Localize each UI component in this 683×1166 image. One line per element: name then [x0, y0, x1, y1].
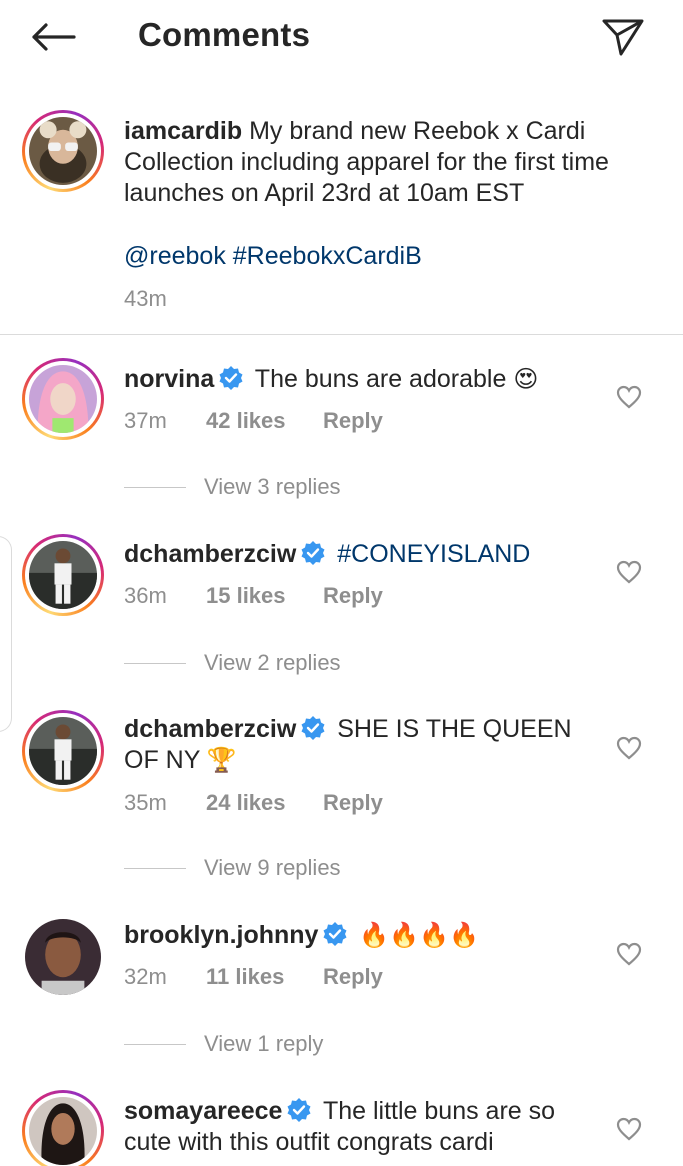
avatar[interactable]	[22, 710, 104, 792]
comment-text: The buns are adorable	[254, 365, 507, 393]
likes-count[interactable]: 24 likes	[206, 790, 323, 816]
header-bar: Comments	[0, 0, 683, 74]
comment-username[interactable]: somayareece	[124, 1097, 282, 1125]
heart-icon[interactable]	[616, 1117, 642, 1141]
page-title: Comments	[138, 16, 311, 53]
avatar[interactable]	[22, 1090, 104, 1166]
reply-button[interactable]: Reply	[323, 790, 383, 816]
avatar[interactable]	[22, 534, 104, 616]
heart-icon[interactable]	[616, 560, 642, 584]
view-replies-label: View 9 replies	[204, 855, 341, 880]
view-replies-button[interactable]: View 2 replies	[124, 650, 341, 676]
avatar[interactable]	[22, 358, 104, 440]
caption-time: 43m	[124, 286, 167, 311]
fire-emoji: 🔥🔥🔥🔥	[359, 922, 479, 949]
verified-badge-icon	[323, 922, 347, 946]
back-button[interactable]	[28, 14, 78, 60]
comment-time: 32m	[124, 964, 167, 989]
paper-plane-icon	[602, 19, 644, 56]
view-replies-label: View 1 reply	[204, 1031, 324, 1056]
view-replies-button[interactable]: View 3 replies	[124, 474, 341, 500]
likes-count[interactable]: 11 likes	[206, 964, 323, 990]
comment-username[interactable]: dchamberzciw	[124, 540, 296, 568]
view-replies-button[interactable]: View 1 reply	[124, 1031, 323, 1057]
avatar[interactable]	[22, 110, 104, 192]
divider	[0, 334, 683, 335]
comment-time: 35m	[124, 790, 167, 815]
caption-username[interactable]: iamcardib	[124, 117, 242, 145]
avatar[interactable]	[25, 919, 101, 995]
comment-time: 36m	[124, 583, 167, 608]
heart-icon[interactable]	[616, 385, 642, 409]
hashtag-link[interactable]: #CONEYISLAND	[337, 540, 530, 568]
reply-button[interactable]: Reply	[323, 408, 383, 434]
comment-username[interactable]: norvina	[124, 365, 214, 393]
heart-eyes-emoji: 😍	[513, 366, 539, 393]
verified-badge-icon	[301, 541, 325, 565]
verified-badge-icon	[287, 1098, 311, 1122]
share-button[interactable]	[598, 14, 648, 60]
trophy-emoji: 🏆	[206, 747, 237, 774]
view-replies-button[interactable]: View 9 replies	[124, 855, 341, 881]
likes-count[interactable]: 15 likes	[206, 583, 323, 609]
heart-icon[interactable]	[616, 942, 642, 966]
view-replies-label: View 3 replies	[204, 474, 341, 499]
reply-button[interactable]: Reply	[323, 583, 383, 609]
comment-username[interactable]: brooklyn.johnny	[124, 921, 318, 949]
arrow-left-icon	[32, 23, 76, 51]
verified-badge-icon	[219, 366, 243, 390]
verified-badge-icon	[301, 716, 325, 740]
view-replies-label: View 2 replies	[204, 650, 341, 675]
comment-time: 37m	[124, 408, 167, 433]
comment-username[interactable]: dchamberzciw	[124, 715, 296, 743]
likes-count[interactable]: 42 likes	[206, 408, 323, 434]
side-edge-handle[interactable]	[0, 536, 12, 732]
mention-link[interactable]: @reebok	[124, 242, 226, 270]
post-caption: iamcardib My brand new Reebok x Cardi Co…	[0, 96, 683, 334]
hashtag-link[interactable]: #ReebokxCardiB	[233, 242, 422, 270]
heart-icon[interactable]	[616, 736, 642, 760]
reply-button[interactable]: Reply	[323, 964, 383, 990]
